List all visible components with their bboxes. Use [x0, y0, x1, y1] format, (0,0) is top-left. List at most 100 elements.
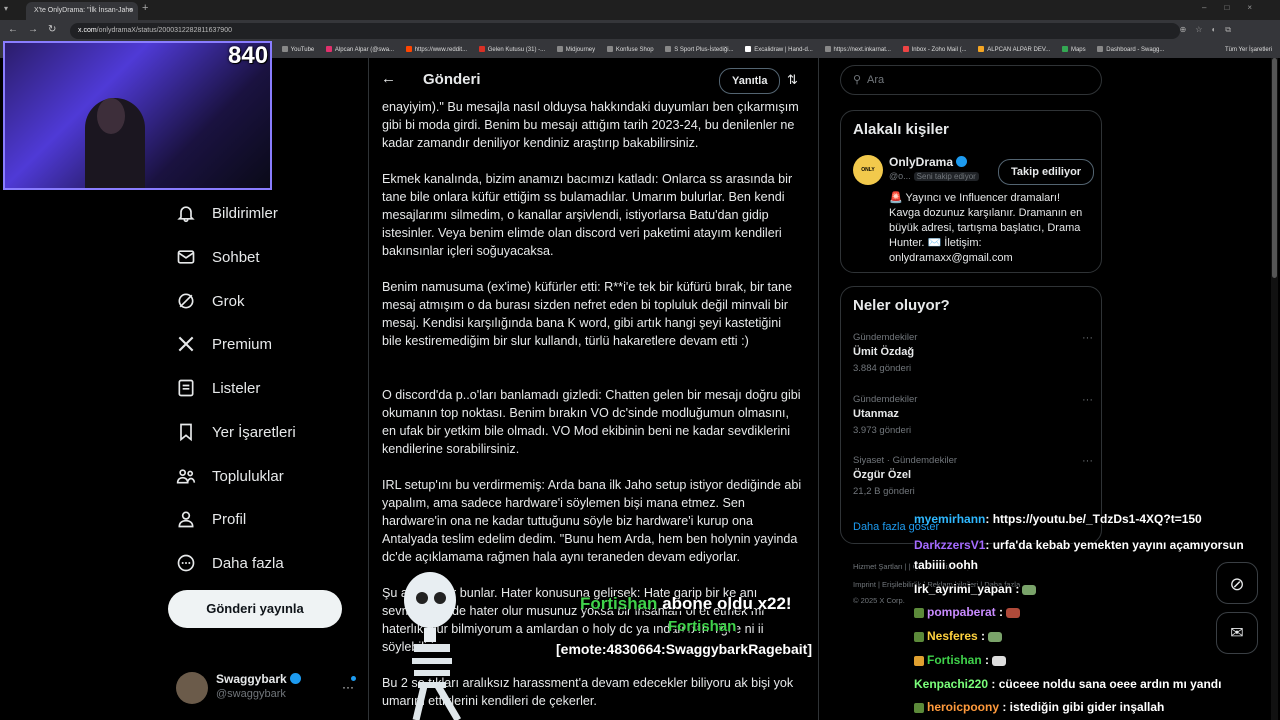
- bookmark[interactable]: Dashboard - Swagg...: [1097, 42, 1164, 58]
- trend-more-icon[interactable]: ···: [1082, 332, 1093, 344]
- search-input[interactable]: ⚲ Ara: [840, 65, 1102, 95]
- url-host: x.com: [78, 27, 97, 34]
- search-placeholder: Ara: [867, 74, 885, 86]
- follows-you-badge: Seni takip ediyor: [913, 172, 979, 181]
- related-name: OnlyDrama: [889, 155, 954, 169]
- search-icon: ⚲: [853, 74, 862, 86]
- nav-label: Listeler: [212, 379, 261, 397]
- post-button[interactable]: Gönderi yayınla: [168, 590, 342, 628]
- bookmark[interactable]: S Sport Plus-İstediği...: [665, 42, 734, 58]
- trend-category: Gündemdekiler: [853, 394, 918, 405]
- chat-line: Kenpachi220 : cüceee noldu sana oeee ard…: [914, 677, 1221, 691]
- chat-line: heroicpoony : istediğin gibi gider inşal…: [914, 700, 1164, 714]
- trend-more-icon[interactable]: ···: [1082, 455, 1093, 467]
- nav-premium[interactable]: Premium: [176, 329, 272, 359]
- bell-icon: [177, 206, 195, 223]
- trend-count: 3.973 gönderi: [853, 425, 912, 436]
- x-logo-icon: [178, 336, 194, 352]
- window-controls[interactable]: –□×: [1202, 3, 1270, 12]
- chat-line: Fortishan :: [914, 653, 1007, 667]
- post-paragraph: O discord'da p..o'ları banlamadı gizledi…: [382, 388, 801, 456]
- tab-search-icon[interactable]: ▾: [4, 4, 16, 16]
- bookmark[interactable]: Excalidraw | Hand-d...: [745, 42, 813, 58]
- chat-message: : https://youtu.be/_TdzDs1-4XQ?t=150: [985, 512, 1202, 526]
- nav-label: Yer İşaretleri: [212, 423, 296, 441]
- sub-badge-icon: [914, 607, 924, 618]
- bookmark[interactable]: ALPCAN ALPAR DEV...: [978, 42, 1050, 58]
- trend-item[interactable]: Gündemdekiler Ümit Özdağ 3.884 gönderi ·…: [853, 332, 1093, 374]
- nav-profile[interactable]: Profil: [176, 504, 246, 534]
- nav-label: Daha fazla: [212, 554, 284, 572]
- browser-tab[interactable]: X'te OnlyDrama: "İlk İnsan-Jaho ×: [26, 2, 138, 20]
- chat-user: heroicpoony: [927, 700, 1000, 714]
- chat-line: myemirhann: https://youtu.be/_TdzDs1-4XQ…: [914, 512, 1202, 526]
- related-handle-row: @o... Seni takip ediyor: [889, 171, 979, 181]
- bookmark[interactable]: Konfuse Shop: [606, 42, 654, 58]
- verified-badge-icon: [289, 673, 301, 684]
- following-button[interactable]: Takip ediliyor: [998, 159, 1095, 185]
- sub-badge-icon: [914, 655, 924, 666]
- page-title: Gönderi: [423, 71, 481, 88]
- nav-label: Profil: [212, 510, 247, 528]
- nav-more[interactable]: Daha fazla: [176, 548, 284, 578]
- emote-icon: [988, 631, 1003, 642]
- bookmark[interactable]: https://www.reddit...: [405, 42, 467, 58]
- close-tab-icon[interactable]: ×: [129, 2, 133, 20]
- chat-message: : cüceee noldu sana oeee ardın mı yandı: [988, 677, 1222, 691]
- bookmark[interactable]: Midjourney: [556, 42, 595, 58]
- chat-user: Kenpachi220: [914, 677, 989, 691]
- bookmark[interactable]: YouTube: [281, 42, 314, 58]
- trend-count: 3.884 gönderi: [853, 363, 912, 374]
- bookmark[interactable]: https://next.inkarnat...: [824, 42, 891, 58]
- bookmark[interactable]: Inbox - Zoho Mail (...: [902, 42, 967, 58]
- trend-item[interactable]: Siyaset · Gündemdekiler Özgür Özel 21,2 …: [853, 455, 1093, 497]
- related-name-row[interactable]: OnlyDrama: [889, 155, 968, 169]
- chat-message: :: [981, 653, 990, 667]
- alert-username: Fortishan: [580, 594, 658, 613]
- sub-badge-icon: [914, 631, 924, 642]
- nav-notifications[interactable]: Bildirimler: [176, 198, 278, 228]
- nav-lists[interactable]: Listeler: [176, 373, 260, 403]
- nav-bookmarks[interactable]: Yer İşaretleri: [176, 417, 296, 447]
- nav-communities[interactable]: Topluluklar: [176, 461, 284, 491]
- nav-chat[interactable]: Sohbet: [176, 242, 260, 272]
- url-field[interactable]: x.com/onlydramaX/status/2000312282811637…: [70, 23, 1180, 39]
- grok-icon: [178, 293, 194, 309]
- chat-message: : urfa'da kebab yemekten yayını açamıyor…: [985, 538, 1244, 552]
- chat-line: DarkzzersV1: urfa'da kebab yemekten yayı…: [914, 538, 1244, 552]
- address-bar-row: ←→↻ x.com/onlydramaX/status/200031228281…: [0, 20, 1280, 42]
- onlydrama-avatar[interactable]: ONLY DRAMA: [853, 155, 883, 203]
- chat-user: myemirhann: [914, 512, 986, 526]
- nav-buttons[interactable]: ←→↻: [8, 24, 66, 35]
- bookmark[interactable]: Alpcan Alpar (@swa...: [325, 42, 394, 58]
- trends-card: Neler oluyor? Gündemdekiler Ümit Özdağ 3…: [840, 286, 1102, 544]
- account-switcher[interactable]: Swaggybark @swaggybark ···: [176, 668, 358, 704]
- tab-title: X'te OnlyDrama: "İlk İnsan-Jaho: [34, 7, 134, 14]
- related-title: Alakalı kişiler: [853, 121, 949, 138]
- streamer-head: [97, 98, 125, 134]
- more-icon[interactable]: ···: [342, 680, 354, 694]
- scrollbar-thumb[interactable]: [1272, 58, 1277, 278]
- chat-user: Irk_ayrimi_yapan: [914, 582, 1013, 596]
- trend-item[interactable]: Gündemdekiler Utanmaz 3.973 gönderi ···: [853, 394, 1093, 436]
- trend-more-icon[interactable]: ···: [1082, 394, 1093, 406]
- account-handle: @swaggybark: [216, 688, 286, 700]
- scrollbar[interactable]: [1271, 58, 1278, 720]
- back-arrow-icon[interactable]: ←: [381, 70, 396, 87]
- emote-icon: [992, 655, 1007, 666]
- chat-message: :: [1012, 582, 1020, 596]
- grok-floating-button[interactable]: ⊘: [1216, 562, 1258, 604]
- chat-message: tabiiii oohh: [914, 558, 978, 572]
- extension-icons[interactable]: ⊕☆◐⧉: [1180, 25, 1240, 35]
- bookmark[interactable]: Maps: [1061, 42, 1086, 58]
- messages-floating-button[interactable]: ✉: [1216, 612, 1258, 654]
- skeleton-alert-image: [404, 572, 462, 720]
- all-bookmarks[interactable]: Tüm Yer İşaretleri: [1225, 42, 1272, 58]
- reply-button[interactable]: Yanıtla: [719, 68, 781, 94]
- sliders-icon[interactable]: ⇅: [787, 72, 798, 88]
- nav-grok[interactable]: Grok: [176, 286, 245, 316]
- bookmark[interactable]: Gelen Kutusu (31) -...: [478, 42, 545, 58]
- new-tab-icon[interactable]: +: [142, 2, 148, 14]
- alert-username-2: Fortishan: [668, 618, 737, 635]
- related-handle: @o...: [889, 171, 911, 181]
